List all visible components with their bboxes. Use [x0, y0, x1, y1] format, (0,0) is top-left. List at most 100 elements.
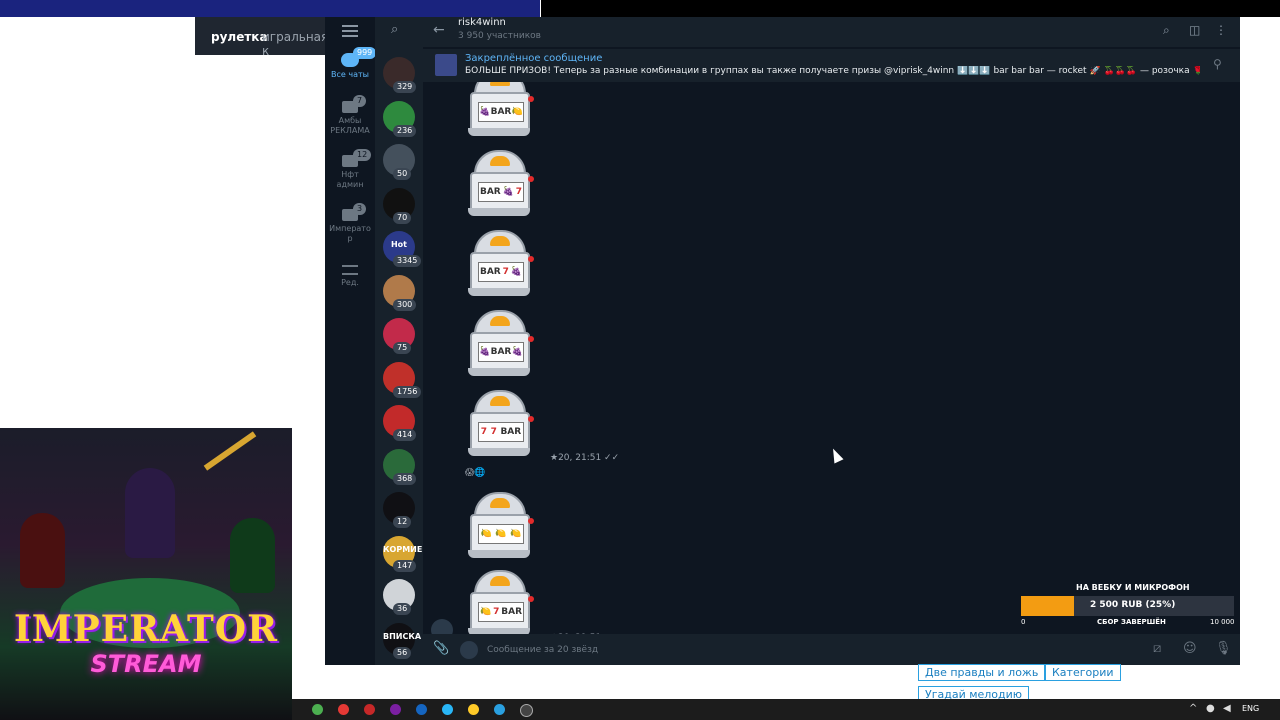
app-icon[interactable]	[442, 704, 453, 715]
slot-machine-sticker[interactable]: 🍋 🍋 🍋	[468, 492, 534, 558]
search-icon[interactable]: ⌕	[1163, 23, 1170, 38]
microphone-icon[interactable]: ●	[1206, 703, 1215, 714]
background-tab-bar: рулетка игральная к	[195, 17, 330, 58]
message-input[interactable]	[485, 639, 1089, 661]
donation-max: 10 000	[1210, 618, 1235, 626]
more-menu-icon[interactable]: ⋮	[1215, 23, 1227, 37]
folder-amby-reklama[interactable]: 7 Амбы РЕКЛАМА	[325, 95, 375, 136]
telegram-icon[interactable]	[494, 704, 505, 715]
folder-all-chats[interactable]: 999 Все чаты	[325, 47, 377, 80]
slot-reel: BAR	[479, 267, 501, 277]
chat-avatar-text: ВПИСКА	[383, 631, 422, 641]
unread-badge: 147	[393, 559, 417, 572]
chat-header: ← risk4winn 3 950 участников ⌕ ◫ ⋮	[423, 17, 1240, 47]
slot-reel: 7	[490, 427, 497, 437]
message-meta: ★20, 21:51 ✓✓	[550, 453, 620, 463]
chat-main: ← risk4winn 3 950 участников ⌕ ◫ ⋮ Закре…	[423, 17, 1240, 665]
unread-badge: 50	[393, 168, 412, 180]
slot-machine-sticker[interactable]: BAR 7 🍇	[468, 230, 534, 296]
slot-machine-sticker[interactable]: 🍇 BAR 🍋	[468, 82, 534, 136]
emoji-icon[interactable]: ☺	[1183, 641, 1197, 656]
folder-imperator[interactable]: 3 Императо р	[325, 203, 375, 244]
slot-reels: 🍋 🍋 🍋	[478, 524, 524, 544]
slot-reel: 🍋	[511, 107, 523, 117]
search-icon[interactable]: ⌕	[391, 22, 398, 37]
back-arrow-icon[interactable]: ←	[433, 22, 445, 38]
top-blue-strip	[0, 0, 540, 17]
donation-min: 0	[1021, 618, 1026, 626]
categories-button[interactable]: Категории	[1045, 664, 1121, 681]
sidebar-toggle-icon[interactable]: ◫	[1189, 23, 1200, 37]
sliders-icon	[342, 265, 358, 275]
slot-body: BAR 7 🍇	[470, 252, 530, 292]
unread-badge: 1756	[393, 385, 422, 398]
microphone-icon[interactable]: 🎙	[1215, 641, 1232, 656]
chat-avatar-text: КОРМИЕ	[383, 544, 423, 554]
slot-reel: 🍇	[502, 187, 514, 197]
pin-list-icon[interactable]: ⚲	[1213, 57, 1222, 71]
donation-amount: 2 500 RUB (25%)	[1090, 600, 1176, 610]
slot-reel: 🍇	[511, 347, 523, 357]
chat-member-count: 3 950 участников	[458, 31, 541, 41]
unread-badge: 300	[393, 298, 417, 311]
yandex-icon[interactable]	[338, 704, 349, 715]
folder-badge: 3	[353, 203, 367, 215]
stream-logo-title: IMPERATOR	[13, 608, 279, 650]
chat-title[interactable]: risk4winn	[458, 17, 506, 28]
app-icon[interactable]	[416, 704, 427, 715]
pinned-message-bar[interactable]: Закреплённое сообщение БОЛЬШЕ ПРИЗОВ! Те…	[423, 48, 1240, 82]
chrome-icon[interactable]	[312, 704, 323, 715]
opera-icon[interactable]	[364, 704, 375, 715]
menu-icon[interactable]	[342, 25, 358, 37]
folder-label: Амбы РЕКЛАМА	[330, 116, 370, 135]
folder-label: Все чаты	[331, 70, 369, 79]
two-truths-button[interactable]: Две правды и ложь	[918, 664, 1046, 681]
slot-lever	[528, 518, 534, 524]
app-icon[interactable]	[390, 704, 401, 715]
slot-base	[468, 550, 530, 558]
commands-icon[interactable]: ⧄	[1153, 641, 1161, 656]
slot-lever	[528, 416, 534, 422]
folder-edit[interactable]: Ред.	[325, 265, 375, 288]
slot-reel: 🍇	[479, 107, 491, 117]
slot-machine-sticker[interactable]: BAR 🍇 7	[468, 150, 534, 216]
sender-avatar[interactable]	[431, 619, 453, 634]
stream-logo-subtitle: STREAM	[90, 650, 202, 678]
slot-reel: BAR	[501, 607, 523, 617]
folder-label: Нфт админ	[336, 170, 364, 189]
yandex-browser-icon[interactable]	[468, 704, 479, 715]
slot-reel: 7	[493, 607, 500, 617]
language-indicator[interactable]: ENG	[1242, 704, 1259, 713]
message-area: 🍇 BAR 🍋 BAR 🍇 7 BAR 7 🍇 🍇 BAR 🍇 7 7 BAR ★20, 21:51 ✓✓ 🍋 🍋…	[423, 82, 1240, 634]
slot-lever	[528, 256, 534, 262]
slot-reel: 🍇	[479, 347, 491, 357]
folder-sidebar: 999 Все чаты 7 Амбы РЕКЛАМА 12 Нфт админ…	[325, 17, 377, 665]
slot-machine-sticker[interactable]: 🍇 BAR 🍇	[468, 310, 534, 376]
slot-body: 🍇 BAR 🍇	[470, 332, 530, 372]
obs-icon[interactable]	[520, 704, 533, 717]
folder-nft-admin[interactable]: 12 Нфт админ	[325, 149, 375, 190]
slot-base	[468, 128, 530, 136]
slot-reels: 🍋 7 BAR	[478, 602, 524, 622]
hooded-figure-green	[230, 518, 275, 593]
hooded-figure-purple	[125, 468, 175, 558]
slot-reel: BAR	[479, 187, 501, 197]
folder-badge: 12	[353, 149, 372, 161]
unread-badge: 329	[393, 81, 417, 93]
background-tab-roulette[interactable]: рулетка	[211, 30, 268, 44]
attach-icon[interactable]: 📎	[433, 641, 449, 656]
unread-badge: 75	[393, 342, 412, 354]
background-tab-games[interactable]: игральная к	[262, 30, 330, 58]
tray-expand-icon[interactable]: ^	[1189, 703, 1197, 714]
slot-body: 7 7 BAR	[470, 412, 530, 452]
slot-reel: 🍋	[479, 607, 492, 617]
slot-lever	[528, 596, 534, 602]
sender-avatar[interactable]	[460, 641, 478, 659]
slot-machine-sticker[interactable]: 7 7 BAR	[468, 390, 534, 456]
message-reaction[interactable]: 😱🌐	[465, 468, 486, 478]
folder-badge: 7	[353, 95, 367, 107]
slot-machine-sticker[interactable]: 🍋 7 BAR	[468, 570, 534, 634]
speaker-icon[interactable]: ◀	[1223, 703, 1231, 714]
donation-status: СБОР ЗАВЕРШЁН	[1097, 618, 1166, 626]
donation-title: НА ВЕБКУ И МИКРОФОН	[1076, 583, 1190, 592]
